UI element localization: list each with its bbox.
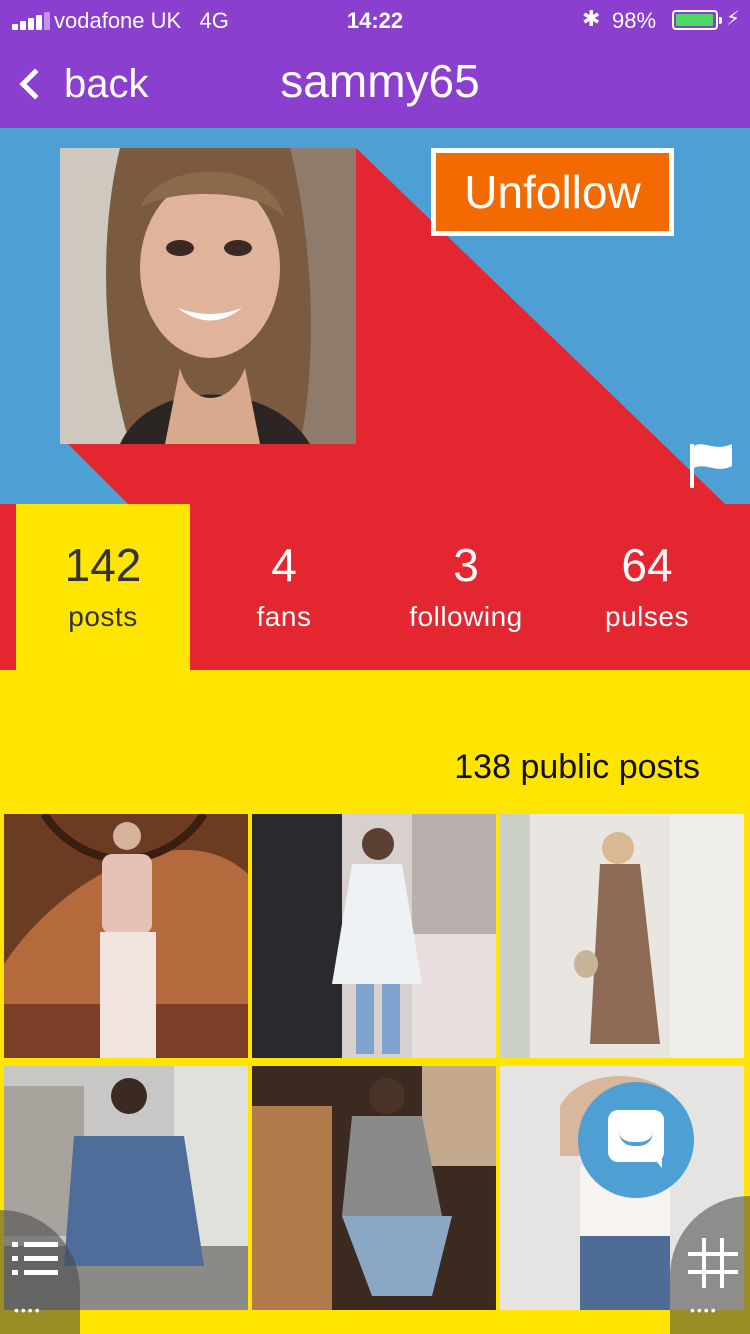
stat-label: following (409, 601, 523, 632)
post-thumbnail[interactable] (252, 814, 496, 1058)
bluetooth-icon: ✱ (582, 6, 601, 31)
post-thumbnail[interactable] (4, 814, 248, 1058)
stat-following[interactable]: 3 following (375, 504, 557, 670)
battery-percent: 98% (612, 8, 657, 33)
grid-icon (688, 1238, 738, 1288)
profile-stats: 142 posts 4 fans 3 following 64 pulses (0, 504, 750, 670)
stat-fans[interactable]: 4 fans (193, 504, 375, 670)
public-posts-count: 138 public posts (454, 748, 700, 786)
profile-header: Unfollow (0, 128, 750, 504)
post-thumbnail[interactable] (500, 814, 744, 1058)
flag-icon[interactable] (688, 440, 734, 488)
battery-fill (676, 14, 713, 26)
chat-button[interactable] (578, 1082, 694, 1198)
stat-label: fans (256, 601, 312, 632)
page-title: sammy65 (280, 55, 480, 107)
stat-posts[interactable]: 142 posts (16, 504, 190, 670)
avatar[interactable] (60, 148, 356, 444)
charging-icon: ⚡ (726, 8, 741, 30)
stat-pulses[interactable]: 64 pulses (556, 504, 738, 670)
dots-icon: •••• (14, 1302, 42, 1318)
stat-label: posts (68, 601, 138, 632)
battery-icon (672, 10, 722, 30)
stat-value: 64 (621, 539, 673, 591)
stat-label: pulses (605, 601, 689, 632)
unfollow-button[interactable]: Unfollow (431, 148, 674, 236)
stat-value: 3 (453, 539, 479, 591)
dots-icon: •••• (690, 1302, 718, 1318)
stat-value: 4 (271, 539, 297, 591)
top-bar: vodafone UK 4G 14:22 ✱ 98% ⚡ back sammy6… (0, 0, 750, 128)
status-bar: vodafone UK 4G 14:22 ✱ 98% ⚡ (0, 0, 750, 40)
post-thumbnail[interactable] (252, 1066, 496, 1310)
stat-value: 142 (64, 539, 142, 591)
